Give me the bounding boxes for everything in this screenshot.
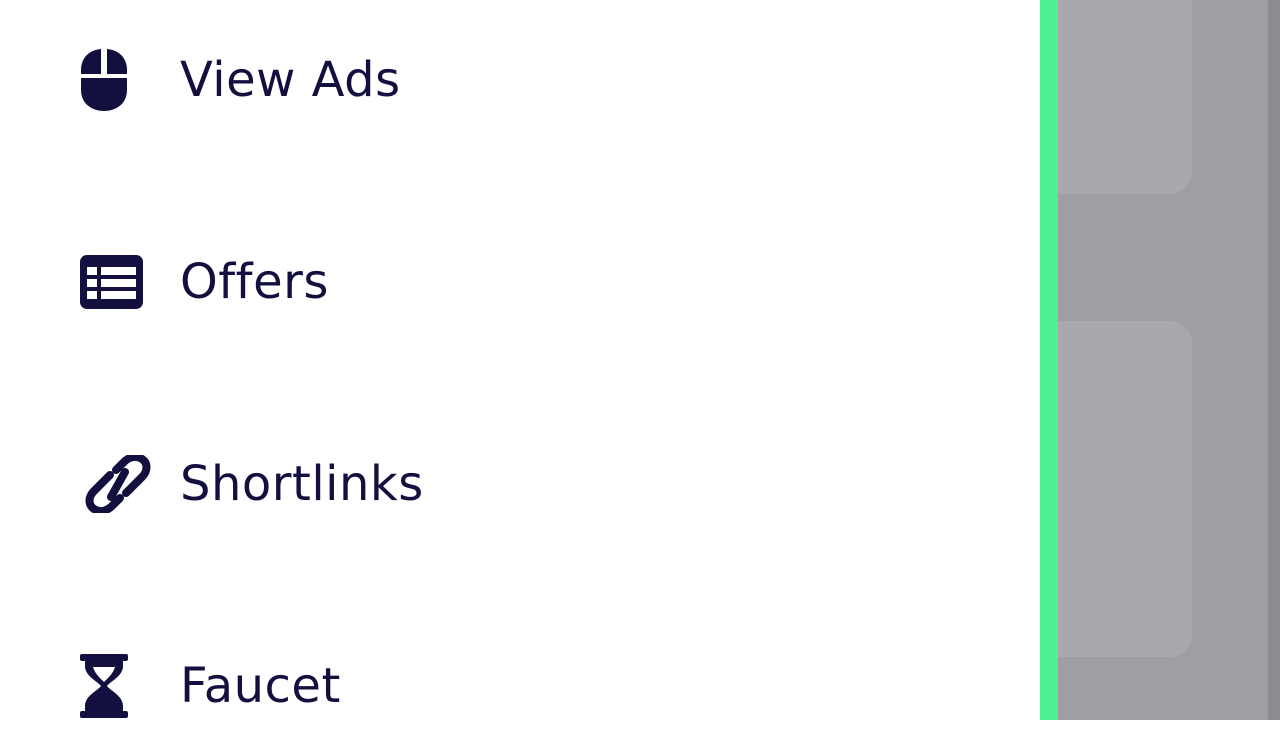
nav-item-faucet[interactable]: Faucet (0, 631, 1040, 741)
nav-label: View Ads (180, 52, 401, 108)
mouse-icon (80, 48, 128, 112)
side-drawer: View Ads Offers Shortlinks Faucet (0, 0, 1040, 720)
nav-label: Offers (180, 254, 329, 310)
background-card (1058, 0, 1192, 194)
page-overlay[interactable] (1058, 0, 1280, 720)
nav-item-offers[interactable]: Offers (0, 227, 1040, 337)
table-list-icon (80, 255, 143, 309)
nav-item-view-ads[interactable]: View Ads (0, 25, 1040, 135)
nav-item-shortlinks[interactable]: Shortlinks (0, 429, 1040, 539)
nav-label: Shortlinks (180, 456, 424, 512)
hourglass-icon (80, 654, 128, 718)
overlay-scrollbar[interactable] (1268, 0, 1280, 720)
nav-label: Faucet (180, 658, 341, 714)
link-icon (80, 455, 156, 513)
background-card (1058, 321, 1192, 657)
drawer-accent-border (1040, 0, 1058, 720)
